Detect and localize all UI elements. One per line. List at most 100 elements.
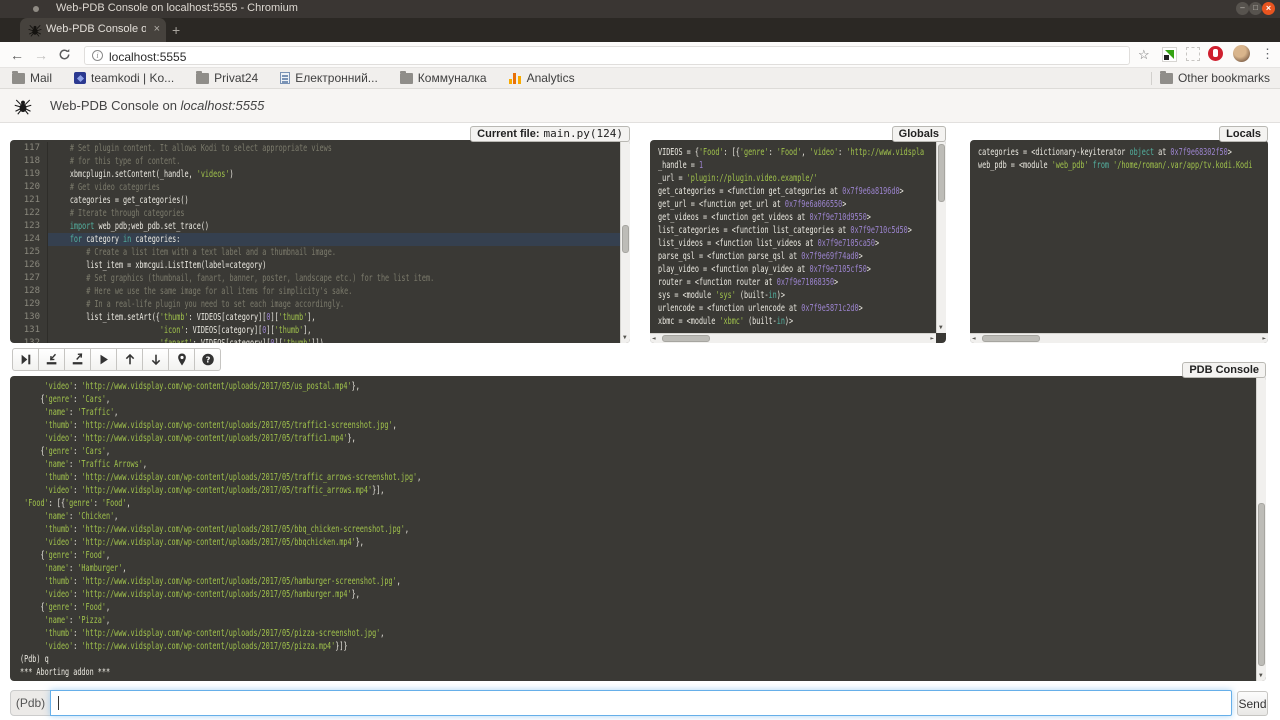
page-header: Web-PDB Console on localhost:5555 [0, 89, 1280, 123]
return-button[interactable] [64, 348, 91, 371]
tab-title: Web-PDB Console on loca [46, 23, 146, 35]
extension-green-arrow-icon[interactable] [1162, 47, 1177, 62]
output-line: {'genre': 'Cars', [20, 393, 1266, 406]
where-button[interactable] [168, 348, 195, 371]
maximize-button[interactable]: □ [1249, 2, 1262, 15]
code-line: 129 # In a real-life plugin you need to … [10, 298, 620, 311]
reload-icon[interactable] [58, 48, 71, 61]
current-file-label: Current file: main.py(124) [470, 126, 630, 142]
output-line: web_pdb = <module 'web_pdb' from '/home/… [978, 159, 1268, 172]
output-line: list_categories = <function list_categor… [658, 224, 946, 237]
up-button[interactable] [116, 348, 143, 371]
page-info-icon[interactable]: i [92, 50, 103, 61]
scrollbar-thumb[interactable] [662, 335, 710, 342]
output-line: (Pdb) q [20, 653, 1266, 666]
output-line: play_video = <function play_video at 0x7… [658, 263, 946, 276]
bookmark-item[interactable]: teamkodi | Ko... [74, 71, 174, 85]
scroll-down-icon[interactable]: ▼ [939, 325, 943, 331]
minimize-button[interactable]: – [1236, 2, 1249, 15]
question-icon: ? [201, 352, 215, 367]
tab-close-icon[interactable]: × [154, 23, 160, 36]
url-text: localhost:5555 [109, 50, 186, 64]
scroll-left-icon[interactable]: ◄ [972, 336, 976, 342]
scroll-down-icon[interactable]: ▼ [1259, 673, 1263, 679]
line-number: 132 [10, 337, 48, 343]
output-line: 'video': 'http://www.vidsplay.com/wp-con… [20, 640, 1266, 653]
code-text: # In a real-life plugin you need to set … [48, 298, 630, 311]
scroll-right-icon[interactable]: ► [930, 336, 934, 342]
output-line: sys = <module 'sys' (built-in)> [658, 289, 946, 302]
scrollbar-thumb[interactable] [982, 335, 1040, 342]
bookmark-star-icon[interactable]: ☆ [1138, 47, 1150, 63]
globals-horizontal-scrollbar[interactable]: ◄ ► [650, 333, 936, 343]
scroll-down-icon[interactable]: ▼ [623, 335, 627, 341]
scrollbar-thumb[interactable] [938, 144, 945, 202]
output-line: {'genre': 'Cars', [20, 445, 1266, 458]
address-bar[interactable]: i localhost:5555 [84, 46, 1130, 65]
browser-menu-icon[interactable]: ⋮ [1261, 46, 1274, 62]
code-text: # Create a list item with a text label a… [48, 246, 630, 259]
code-line: 130 list_item.setArt({'thumb': VIDEOS[ca… [10, 311, 620, 324]
console-vertical-scrollbar[interactable]: ▼ [1256, 376, 1266, 681]
forward-icon[interactable]: → [34, 46, 48, 64]
bookmark-item[interactable]: Analytics [509, 71, 575, 85]
window-titlebar: Web-PDB Console on localhost:5555 - Chro… [0, 0, 1280, 18]
step-button[interactable] [38, 348, 65, 371]
code-text: # Iterate through categories [48, 207, 630, 220]
bookmarks-list: Mail teamkodi | Ko... Privat24 Електронний.… [12, 68, 575, 88]
back-icon[interactable]: ← [10, 46, 24, 64]
play-icon [97, 352, 111, 367]
line-number: 118 [10, 155, 48, 168]
browser-tab[interactable]: Web-PDB Console on loca × [20, 18, 166, 42]
other-bookmarks-button[interactable]: Other bookmarks [1160, 71, 1270, 85]
code-line: 121 categories = get_categories() [10, 194, 620, 207]
bookmark-item[interactable]: Коммуналка [400, 71, 487, 85]
next-button[interactable] [12, 348, 39, 371]
line-number: 124 [10, 233, 48, 246]
profile-avatar[interactable] [1233, 45, 1250, 62]
down-button[interactable] [142, 348, 169, 371]
send-button[interactable]: Send [1237, 691, 1268, 716]
bookmark-item[interactable]: Mail [12, 71, 52, 85]
close-button[interactable]: × [1262, 2, 1275, 15]
code-line: 127 # Set graphics (thumbnail, fanart, b… [10, 272, 620, 285]
bookmark-item[interactable]: Privat24 [196, 71, 258, 85]
code-line: 122 # Iterate through categories [10, 207, 620, 220]
locals-content: categories = <dictionary-keyiterator obj… [978, 146, 1268, 331]
scrollbar-thumb[interactable] [622, 225, 629, 253]
extension-disabled-icon[interactable] [1186, 47, 1200, 61]
window-icon [33, 6, 39, 12]
globals-vertical-scrollbar[interactable]: ▼ [936, 140, 946, 333]
scroll-right-icon[interactable]: ► [1262, 336, 1266, 342]
code-line: 125 # Create a list item with a text lab… [10, 246, 620, 259]
line-number: 126 [10, 259, 48, 272]
scroll-left-icon[interactable]: ◄ [652, 336, 656, 342]
code-line: 131 'icon': VIDEOS[category][0]['thumb']… [10, 324, 620, 337]
locals-horizontal-scrollbar[interactable]: ◄ ► [970, 333, 1268, 343]
code-text: 'icon': VIDEOS[category][0]['thumb'], [48, 324, 630, 337]
tab-strip: Web-PDB Console on loca × + [0, 18, 1280, 42]
new-tab-button[interactable]: + [172, 22, 180, 38]
folder-icon [400, 73, 413, 84]
command-row: (Pdb) Send [0, 690, 1280, 720]
help-button[interactable]: ? [194, 348, 221, 371]
step-forward-icon [19, 352, 33, 367]
code-text: # Set plugin content. It allows Kodi to … [48, 142, 630, 155]
locals-label: Locals [1219, 126, 1268, 142]
code-vertical-scrollbar[interactable]: ▼ [620, 140, 630, 343]
bookmark-label: Analytics [527, 71, 575, 85]
code-line: 117 # Set plugin content. It allows Kodi… [10, 142, 620, 155]
extension-red-hand-icon[interactable] [1208, 46, 1223, 61]
line-number: 122 [10, 207, 48, 220]
output-line: {'genre': 'Food', [20, 549, 1266, 562]
code-text: xbmcplugin.setContent(_handle, 'videos') [48, 168, 630, 181]
scrollbar-thumb[interactable] [1258, 503, 1265, 666]
output-line: 'video': 'http://www.vidsplay.com/wp-con… [20, 432, 1266, 445]
bookmark-item[interactable]: Електронний... [280, 71, 378, 85]
output-line: VIDEOS = {'Food': [{'genre': 'Food', 'vi… [658, 146, 946, 159]
window-title: Web-PDB Console on localhost:5555 - Chro… [56, 2, 298, 14]
debug-toolbar: ? [12, 348, 221, 371]
pdb-command-input[interactable] [50, 690, 1232, 716]
continue-button[interactable] [90, 348, 117, 371]
line-number: 117 [10, 142, 48, 155]
